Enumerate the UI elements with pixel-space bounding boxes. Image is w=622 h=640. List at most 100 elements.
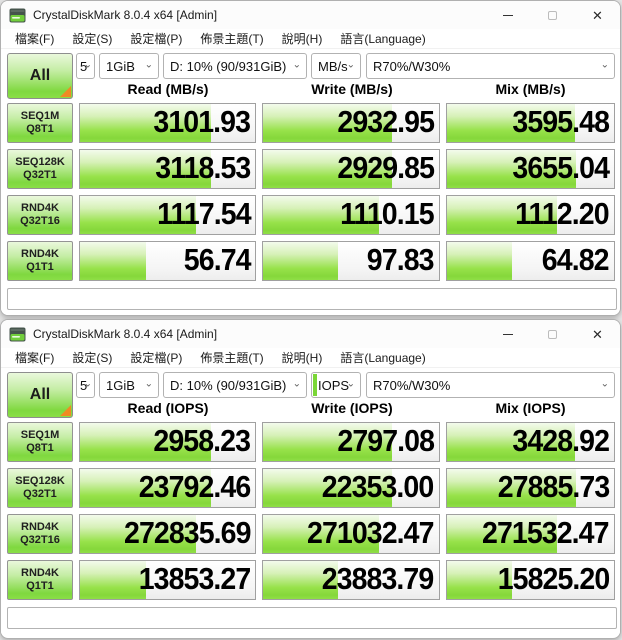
minimize-icon (503, 15, 513, 16)
result-cell-read: 272835.69 (79, 514, 256, 554)
menu-bar: 檔案(F) 設定(S) 設定檔(P) 佈景主題(T) 說明(H) 語言(Lang… (1, 348, 620, 368)
window-title: CrystalDiskMark 8.0.4 x64 [Admin] (33, 8, 217, 22)
result-cell-read: 23792.46 (79, 468, 256, 508)
menu-item-profile[interactable]: 設定檔(P) (121, 30, 191, 47)
result-cell-write: 2797.08 (262, 422, 439, 462)
menu-item-file[interactable]: 檔案(F) (6, 30, 63, 47)
test-size-combo[interactable]: 1GiB⌄ (99, 372, 159, 398)
result-cell-mix: 271532.47 (446, 514, 615, 554)
run-all-button[interactable]: All (7, 372, 73, 418)
meter-bar (447, 242, 512, 280)
result-cell-mix: 3595.48 (446, 103, 615, 143)
result-cell-mix: 1112.20 (446, 195, 615, 235)
chevron-down-icon: ⌄ (601, 379, 609, 390)
test-row-rnd4k-q1t1: RND4KQ1T1 13853.27 23883.79 15825.20 (7, 560, 615, 600)
meter-bar (80, 242, 146, 280)
window-title: CrystalDiskMark 8.0.4 x64 [Admin] (33, 327, 217, 341)
test-row-seq1m-q8t1: SEQ1MQ8T1 2958.23 2797.08 3428.92 (7, 422, 615, 462)
result-cell-mix: 3428.92 (446, 422, 615, 462)
result-cell-write: 23883.79 (262, 560, 439, 600)
maximize-icon (548, 330, 557, 339)
result-cell-write: 2932.95 (262, 103, 439, 143)
menu-item-theme[interactable]: 佈景主題(T) (191, 30, 272, 47)
test-row-rnd4k-q1t1: RND4KQ1T1 56.74 97.83 64.82 (7, 241, 615, 281)
menu-item-settings[interactable]: 設定(S) (63, 349, 121, 366)
result-cell-write: 22353.00 (262, 468, 439, 508)
target-drive-combo[interactable]: D: 10% (90/931GiB)⌄ (163, 53, 307, 79)
result-cell-read: 2958.23 (79, 422, 256, 462)
comment-field[interactable] (7, 607, 617, 629)
result-cell-write: 2929.85 (262, 149, 439, 189)
close-button[interactable]: ✕ (575, 1, 620, 29)
result-cell-read: 1117.54 (79, 195, 256, 235)
run-all-button[interactable]: All (7, 53, 73, 99)
menu-item-language[interactable]: 語言(Language) (331, 30, 434, 47)
menu-item-language[interactable]: 語言(Language) (331, 349, 434, 366)
chevron-down-icon: ⌄ (347, 379, 355, 390)
result-cell-read: 3118.53 (79, 149, 256, 189)
test-row-rnd4k-q32t16: RND4KQ32T16 1117.54 1110.15 1112.20 (7, 195, 615, 235)
chevron-down-icon: ⌄ (145, 379, 153, 390)
crystaldiskmark-window-iops: CrystalDiskMark 8.0.4 x64 [Admin] ✕ 檔案(F… (0, 319, 621, 639)
result-cell-mix: 3655.04 (446, 149, 615, 189)
result-cell-mix: 15825.20 (446, 560, 615, 600)
test-label-button[interactable]: RND4KQ32T16 (7, 514, 73, 554)
benchmark-panel: All 5⌄ 1GiB⌄ D: 10% (90/931GiB)⌄ IOPS⌄ R… (1, 368, 620, 634)
minimize-button[interactable] (485, 1, 530, 29)
result-cell-read: 13853.27 (79, 560, 256, 600)
test-label-button[interactable]: SEQ128KQ32T1 (7, 468, 73, 508)
test-size-combo[interactable]: 1GiB⌄ (99, 53, 159, 79)
test-label-button[interactable]: SEQ128KQ32T1 (7, 149, 73, 189)
benchmark-panel: All 5⌄ 1GiB⌄ D: 10% (90/931GiB)⌄ MB/s⌄ R… (1, 49, 620, 315)
mix-column-header: Mix (IOPS) (444, 400, 617, 418)
test-row-seq1m-q8t1: SEQ1MQ8T1 3101.93 2932.95 3595.48 (7, 103, 615, 143)
result-cell-mix: 64.82 (446, 241, 615, 281)
app-icon (9, 327, 26, 342)
write-column-header: Write (IOPS) (260, 400, 444, 418)
title-bar[interactable]: CrystalDiskMark 8.0.4 x64 [Admin] ✕ (1, 320, 620, 348)
test-label-button[interactable]: SEQ1MQ8T1 (7, 422, 73, 462)
test-row-seq128k-q32t1: SEQ128KQ32T1 3118.53 2929.85 3655.04 (7, 149, 615, 189)
maximize-icon (548, 11, 557, 20)
meter-bar (80, 561, 146, 599)
read-column-header: Read (IOPS) (76, 400, 260, 418)
test-label-button[interactable]: RND4KQ32T16 (7, 195, 73, 235)
close-button[interactable]: ✕ (575, 320, 620, 348)
meter-bar (263, 242, 338, 280)
unit-combo[interactable]: MB/s⌄ (311, 53, 361, 79)
mix-column-header: Mix (MB/s) (444, 81, 617, 99)
maximize-button[interactable] (530, 320, 575, 348)
unit-combo[interactable]: IOPS⌄ (311, 372, 361, 398)
test-count-combo[interactable]: 5⌄ (76, 372, 95, 398)
test-row-seq128k-q32t1: SEQ128KQ32T1 23792.46 22353.00 27885.73 (7, 468, 615, 508)
result-cell-read: 56.74 (79, 241, 256, 281)
test-label-button[interactable]: RND4KQ1T1 (7, 560, 73, 600)
close-icon: ✕ (592, 328, 603, 341)
menu-item-help[interactable]: 說明(H) (273, 30, 332, 47)
comment-field[interactable] (7, 288, 617, 310)
menu-item-file[interactable]: 檔案(F) (6, 349, 63, 366)
mix-ratio-combo[interactable]: R70%/W30%⌄ (366, 53, 615, 79)
target-drive-combo[interactable]: D: 10% (90/931GiB)⌄ (163, 372, 307, 398)
chevron-down-icon: ⌄ (84, 379, 92, 390)
test-label-button[interactable]: SEQ1MQ8T1 (7, 103, 73, 143)
minimize-icon (503, 334, 513, 335)
title-bar[interactable]: CrystalDiskMark 8.0.4 x64 [Admin] ✕ (1, 1, 620, 29)
menu-item-profile[interactable]: 設定檔(P) (121, 349, 191, 366)
maximize-button[interactable] (530, 1, 575, 29)
chevron-down-icon: ⌄ (347, 60, 355, 71)
menu-bar: 檔案(F) 設定(S) 設定檔(P) 佈景主題(T) 說明(H) 語言(Lang… (1, 29, 620, 49)
menu-item-settings[interactable]: 設定(S) (63, 30, 121, 47)
chevron-down-icon: ⌄ (293, 60, 301, 71)
test-label-button[interactable]: RND4KQ1T1 (7, 241, 73, 281)
close-icon: ✕ (592, 9, 603, 22)
menu-item-theme[interactable]: 佈景主題(T) (191, 349, 272, 366)
test-count-combo[interactable]: 5⌄ (76, 53, 95, 79)
result-cell-mix: 27885.73 (446, 468, 615, 508)
minimize-button[interactable] (485, 320, 530, 348)
chevron-down-icon: ⌄ (84, 60, 92, 71)
chevron-down-icon: ⌄ (293, 379, 301, 390)
menu-item-help[interactable]: 說明(H) (273, 349, 332, 366)
mix-ratio-combo[interactable]: R70%/W30%⌄ (366, 372, 615, 398)
test-row-rnd4k-q32t16: RND4KQ32T16 272835.69 271032.47 271532.4… (7, 514, 615, 554)
